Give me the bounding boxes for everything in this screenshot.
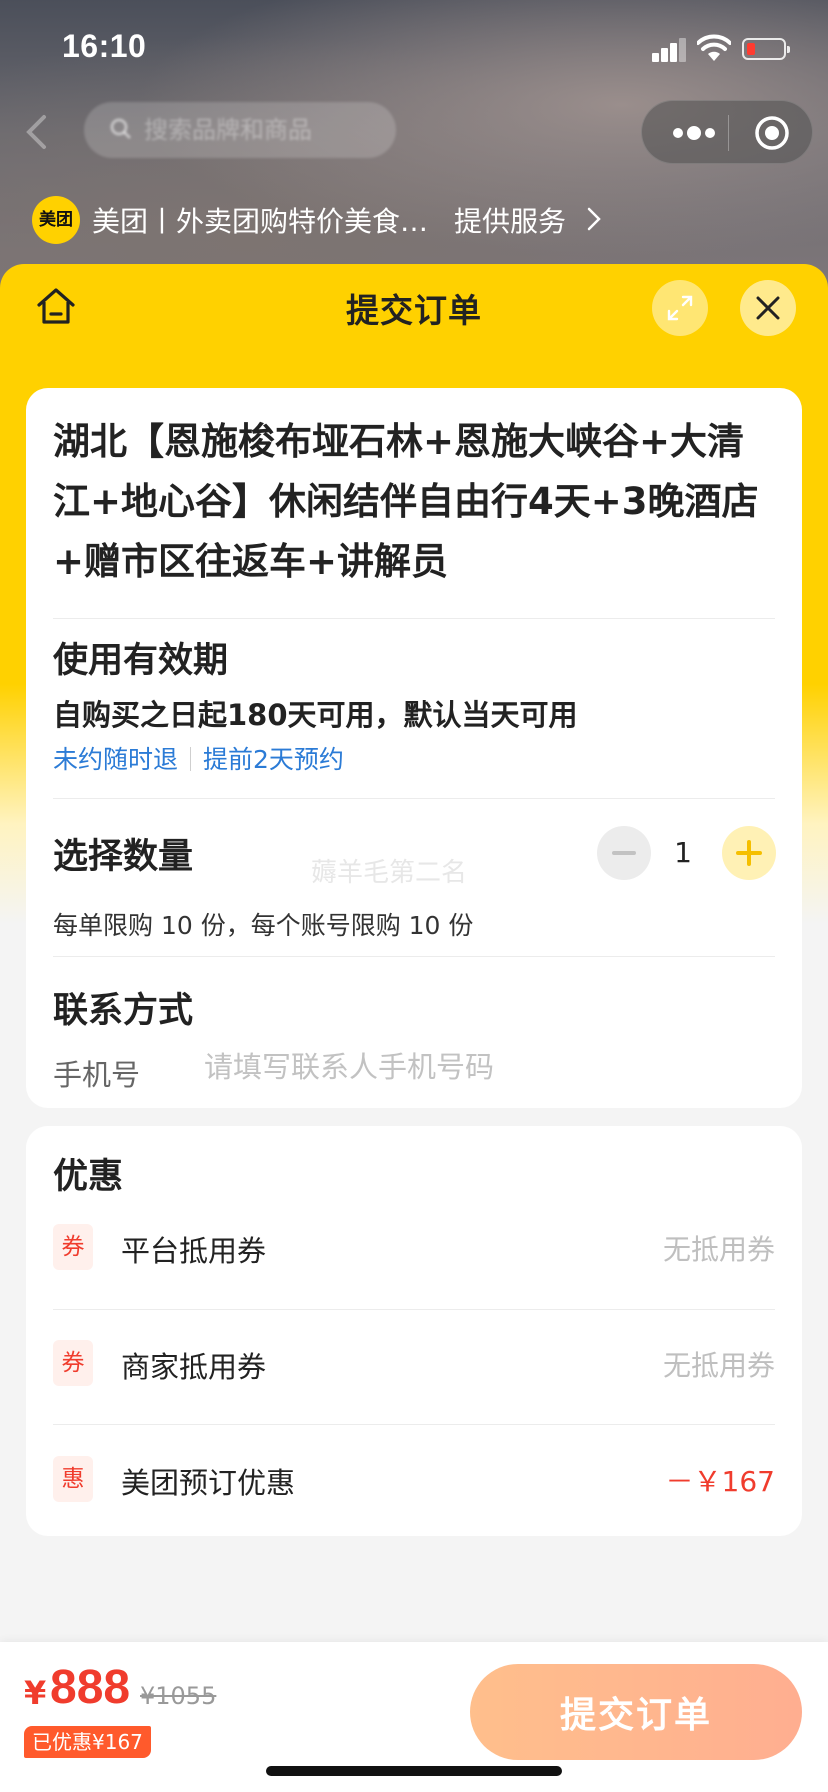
refund-tag: 未约随时退 <box>53 745 179 774</box>
home-indicator <box>266 1766 562 1776</box>
phone-label: 手机号 <box>53 1058 141 1092</box>
booking-discount-row[interactable]: 惠 美团预订优惠 －￥167 <box>53 1438 775 1518</box>
discount-value: 无抵用券 <box>662 1233 775 1266</box>
meituan-logo: 美团 <box>32 196 80 244</box>
discount-label: 美团预订优惠 <box>121 1466 296 1500</box>
sheet-header: 提交订单 <box>0 264 828 354</box>
coupon-badge: 券 <box>53 1340 93 1386</box>
provide-service-link[interactable]: 提供服务 <box>454 200 566 240</box>
order-details-card: 湖北【恩施梭布垭石林+恩施大峡谷+大清江+地心谷】休闲结伴自由行4天+3晚酒店+… <box>26 388 802 1108</box>
divider <box>53 956 775 957</box>
service-provider-row[interactable]: 美团 美团丨外卖团购特价美食酒店电影 提供服务 <box>0 194 828 246</box>
divider <box>53 798 775 799</box>
chevron-right-icon <box>587 207 601 231</box>
increase-quantity-button[interactable] <box>722 826 776 880</box>
currency-symbol: ¥ <box>24 1674 47 1712</box>
discount-value: 无抵用券 <box>662 1349 775 1382</box>
wifi-icon <box>697 34 731 61</box>
submit-order-button[interactable]: 提交订单 <box>470 1664 802 1760</box>
miniprogram-capsule <box>641 100 813 164</box>
discounts-card: 优惠 券 平台抵用券 无抵用券 券 商家抵用券 无抵用券 惠 美团预订优惠 －￥… <box>26 1126 802 1536</box>
discounts-heading: 优惠 <box>53 1157 124 1197</box>
status-bar: 16:10 <box>0 0 828 100</box>
purchase-limit-text: 每单限购 10 份，每个账号限购 10 份 <box>53 911 474 940</box>
booking-tags: 未约随时退 提前2天预约 <box>53 740 344 776</box>
discount-label: 平台抵用券 <box>121 1234 267 1268</box>
watermark-text: 薅羊毛第二名 <box>311 858 468 888</box>
phone-input[interactable] <box>204 1044 744 1090</box>
divider <box>53 1424 775 1425</box>
back-arrow-icon[interactable] <box>22 114 52 150</box>
total-price: 888 <box>50 1661 131 1714</box>
quantity-value: 1 <box>674 836 692 869</box>
battery-icon <box>742 38 790 60</box>
discount-label: 商家抵用券 <box>121 1350 267 1384</box>
divider <box>53 618 775 619</box>
status-time: 16:10 <box>62 28 147 64</box>
coupon-badge: 券 <box>53 1224 93 1270</box>
cellular-signal-icon <box>652 38 688 62</box>
validity-heading: 使用有效期 <box>53 641 229 681</box>
discount-badge: 惠 <box>53 1456 93 1502</box>
contact-heading: 联系方式 <box>53 991 194 1031</box>
expand-button[interactable] <box>652 280 708 336</box>
order-sheet: 提交订单 湖北【恩施梭布垭石林+恩施大峡谷+大清江+地心谷】休闲结伴自由行4天+… <box>0 264 828 1792</box>
original-price: ¥1055 <box>140 1682 217 1710</box>
provider-name: 美团丨外卖团购特价美食酒店电影 <box>92 205 432 238</box>
merchant-coupon-row[interactable]: 券 商家抵用券 无抵用券 <box>53 1322 775 1402</box>
search-placeholder: 搜索品牌和商品 <box>144 116 312 144</box>
close-button[interactable] <box>740 280 796 336</box>
more-options-icon[interactable] <box>664 119 724 147</box>
booking-tag: 提前2天预约 <box>203 745 344 774</box>
expand-icon <box>667 295 693 321</box>
saved-amount-badge: 已优惠¥167 <box>24 1726 151 1758</box>
product-title: 湖北【恩施梭布垭石林+恩施大峡谷+大清江+地心谷】休闲结伴自由行4天+3晚酒店+… <box>53 420 759 583</box>
quantity-stepper: 1 <box>597 826 777 882</box>
search-bar[interactable]: 搜索品牌和商品 <box>84 102 396 158</box>
platform-coupon-row[interactable]: 券 平台抵用券 无抵用券 <box>53 1206 775 1286</box>
quantity-heading: 选择数量 <box>53 837 194 877</box>
miniprogram-nav-bar: 搜索品牌和商品 <box>0 96 828 166</box>
search-icon <box>110 118 132 140</box>
decrease-quantity-button[interactable] <box>597 826 651 880</box>
capsule-divider <box>728 115 729 151</box>
validity-text: 自购买之日起180天可用，默认当天可用 <box>53 698 578 732</box>
divider <box>53 1309 775 1310</box>
discount-value: －￥167 <box>665 1465 775 1498</box>
close-icon <box>756 296 780 320</box>
close-miniprogram-icon[interactable] <box>754 115 790 151</box>
tag-separator <box>190 747 192 771</box>
